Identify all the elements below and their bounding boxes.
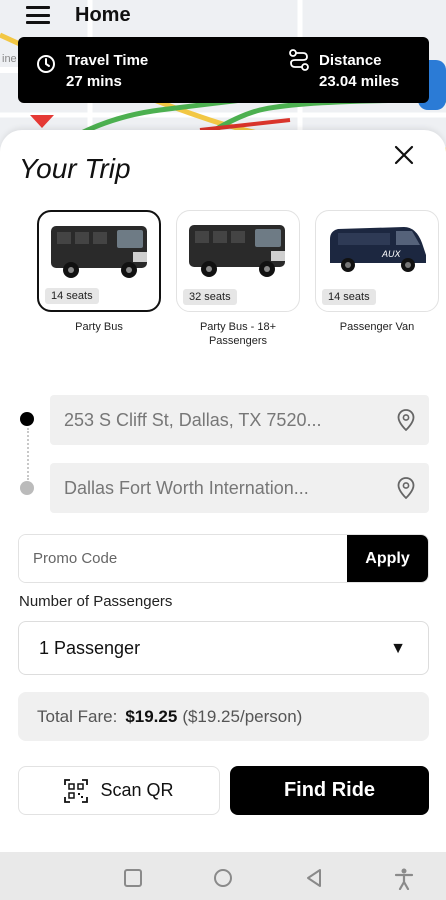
- pickup-address: 253 S Cliff St, Dallas, TX 7520...: [64, 409, 322, 430]
- vehicle-card[interactable]: 14 seats: [37, 210, 161, 312]
- seats-badge: 14 seats: [45, 288, 99, 304]
- home-icon[interactable]: [213, 868, 233, 893]
- system-nav-bar: [0, 852, 446, 900]
- pickup-dot: [20, 412, 34, 426]
- recents-icon[interactable]: [123, 868, 143, 893]
- party-bus-image: [189, 225, 285, 277]
- travel-time-value: 27 mins: [66, 73, 122, 90]
- seats-badge: 14 seats: [322, 289, 376, 305]
- vehicle-name: Passenger Van: [339, 321, 415, 333]
- top-app-bar: Home: [0, 0, 446, 32]
- vehicle-option-passenger-van[interactable]: AUX 14 seats Passenger Van: [315, 210, 439, 334]
- promo-code-input[interactable]: [19, 535, 347, 582]
- pickup-field[interactable]: 253 S Cliff St, Dallas, TX 7520...: [50, 395, 429, 445]
- accessibility-icon[interactable]: [394, 868, 414, 895]
- dropoff-address: Dallas Fort Worth Internation...: [64, 477, 309, 498]
- menu-icon[interactable]: [26, 6, 50, 24]
- seats-badge: 32 seats: [183, 289, 237, 305]
- fare-per-person: ($19.25/person): [182, 706, 303, 726]
- total-fare: Total Fare: $19.25 ($19.25/person): [18, 692, 429, 741]
- vehicle-card[interactable]: 32 seats: [176, 210, 300, 312]
- scan-qr-label: Scan QR: [100, 780, 174, 800]
- apply-button[interactable]: Apply: [347, 535, 428, 582]
- vehicle-name: Party Bus - 18+ Passengers: [199, 321, 277, 347]
- scan-qr-button[interactable]: Scan QR: [18, 766, 220, 815]
- passenger-van-image: AUX: [330, 227, 426, 272]
- vehicle-name: Party Bus: [75, 321, 123, 333]
- trip-info-banner: Travel Time 27 mins Distance 23.04 miles: [18, 37, 429, 103]
- dropdown-arrow-icon: ▼: [390, 640, 406, 657]
- fare-amount: $19.25: [125, 706, 178, 726]
- dropoff-field[interactable]: Dallas Fort Worth Internation...: [50, 463, 429, 513]
- route-connector: [27, 428, 29, 480]
- clock-icon: [36, 54, 56, 79]
- passengers-label: Number of Passengers: [19, 593, 173, 610]
- sheet-title: Your Trip: [19, 153, 131, 184]
- vehicle-option-party-bus[interactable]: 14 seats Party Bus: [37, 210, 161, 334]
- fare-label: Total Fare:: [37, 706, 118, 726]
- travel-time-label: Travel Time: [66, 52, 149, 69]
- qr-scan-icon: [64, 778, 89, 803]
- distance-label: Distance: [319, 52, 382, 69]
- location-pin-icon[interactable]: [397, 477, 415, 504]
- passengers-select[interactable]: 1 Passenger ▼: [18, 621, 429, 675]
- svg-text:ine: ine: [2, 53, 17, 65]
- back-icon[interactable]: [304, 868, 324, 893]
- distance-value: 23.04 miles: [319, 73, 400, 90]
- page-title: Home: [75, 4, 131, 26]
- vehicle-card[interactable]: AUX 14 seats: [315, 210, 439, 312]
- vehicle-option-party-bus-18[interactable]: 32 seats Party Bus - 18+ Passengers: [176, 210, 300, 348]
- passengers-value: 1 Passenger: [39, 637, 141, 658]
- dropoff-dot: [20, 481, 34, 495]
- close-icon[interactable]: [392, 143, 416, 167]
- find-ride-button[interactable]: Find Ride: [230, 766, 429, 815]
- route-icon: [289, 49, 309, 76]
- promo-code-group: Apply: [18, 534, 429, 583]
- location-pin-icon[interactable]: [397, 409, 415, 436]
- svg-text:AUX: AUX: [381, 249, 402, 259]
- party-bus-image: [51, 226, 147, 278]
